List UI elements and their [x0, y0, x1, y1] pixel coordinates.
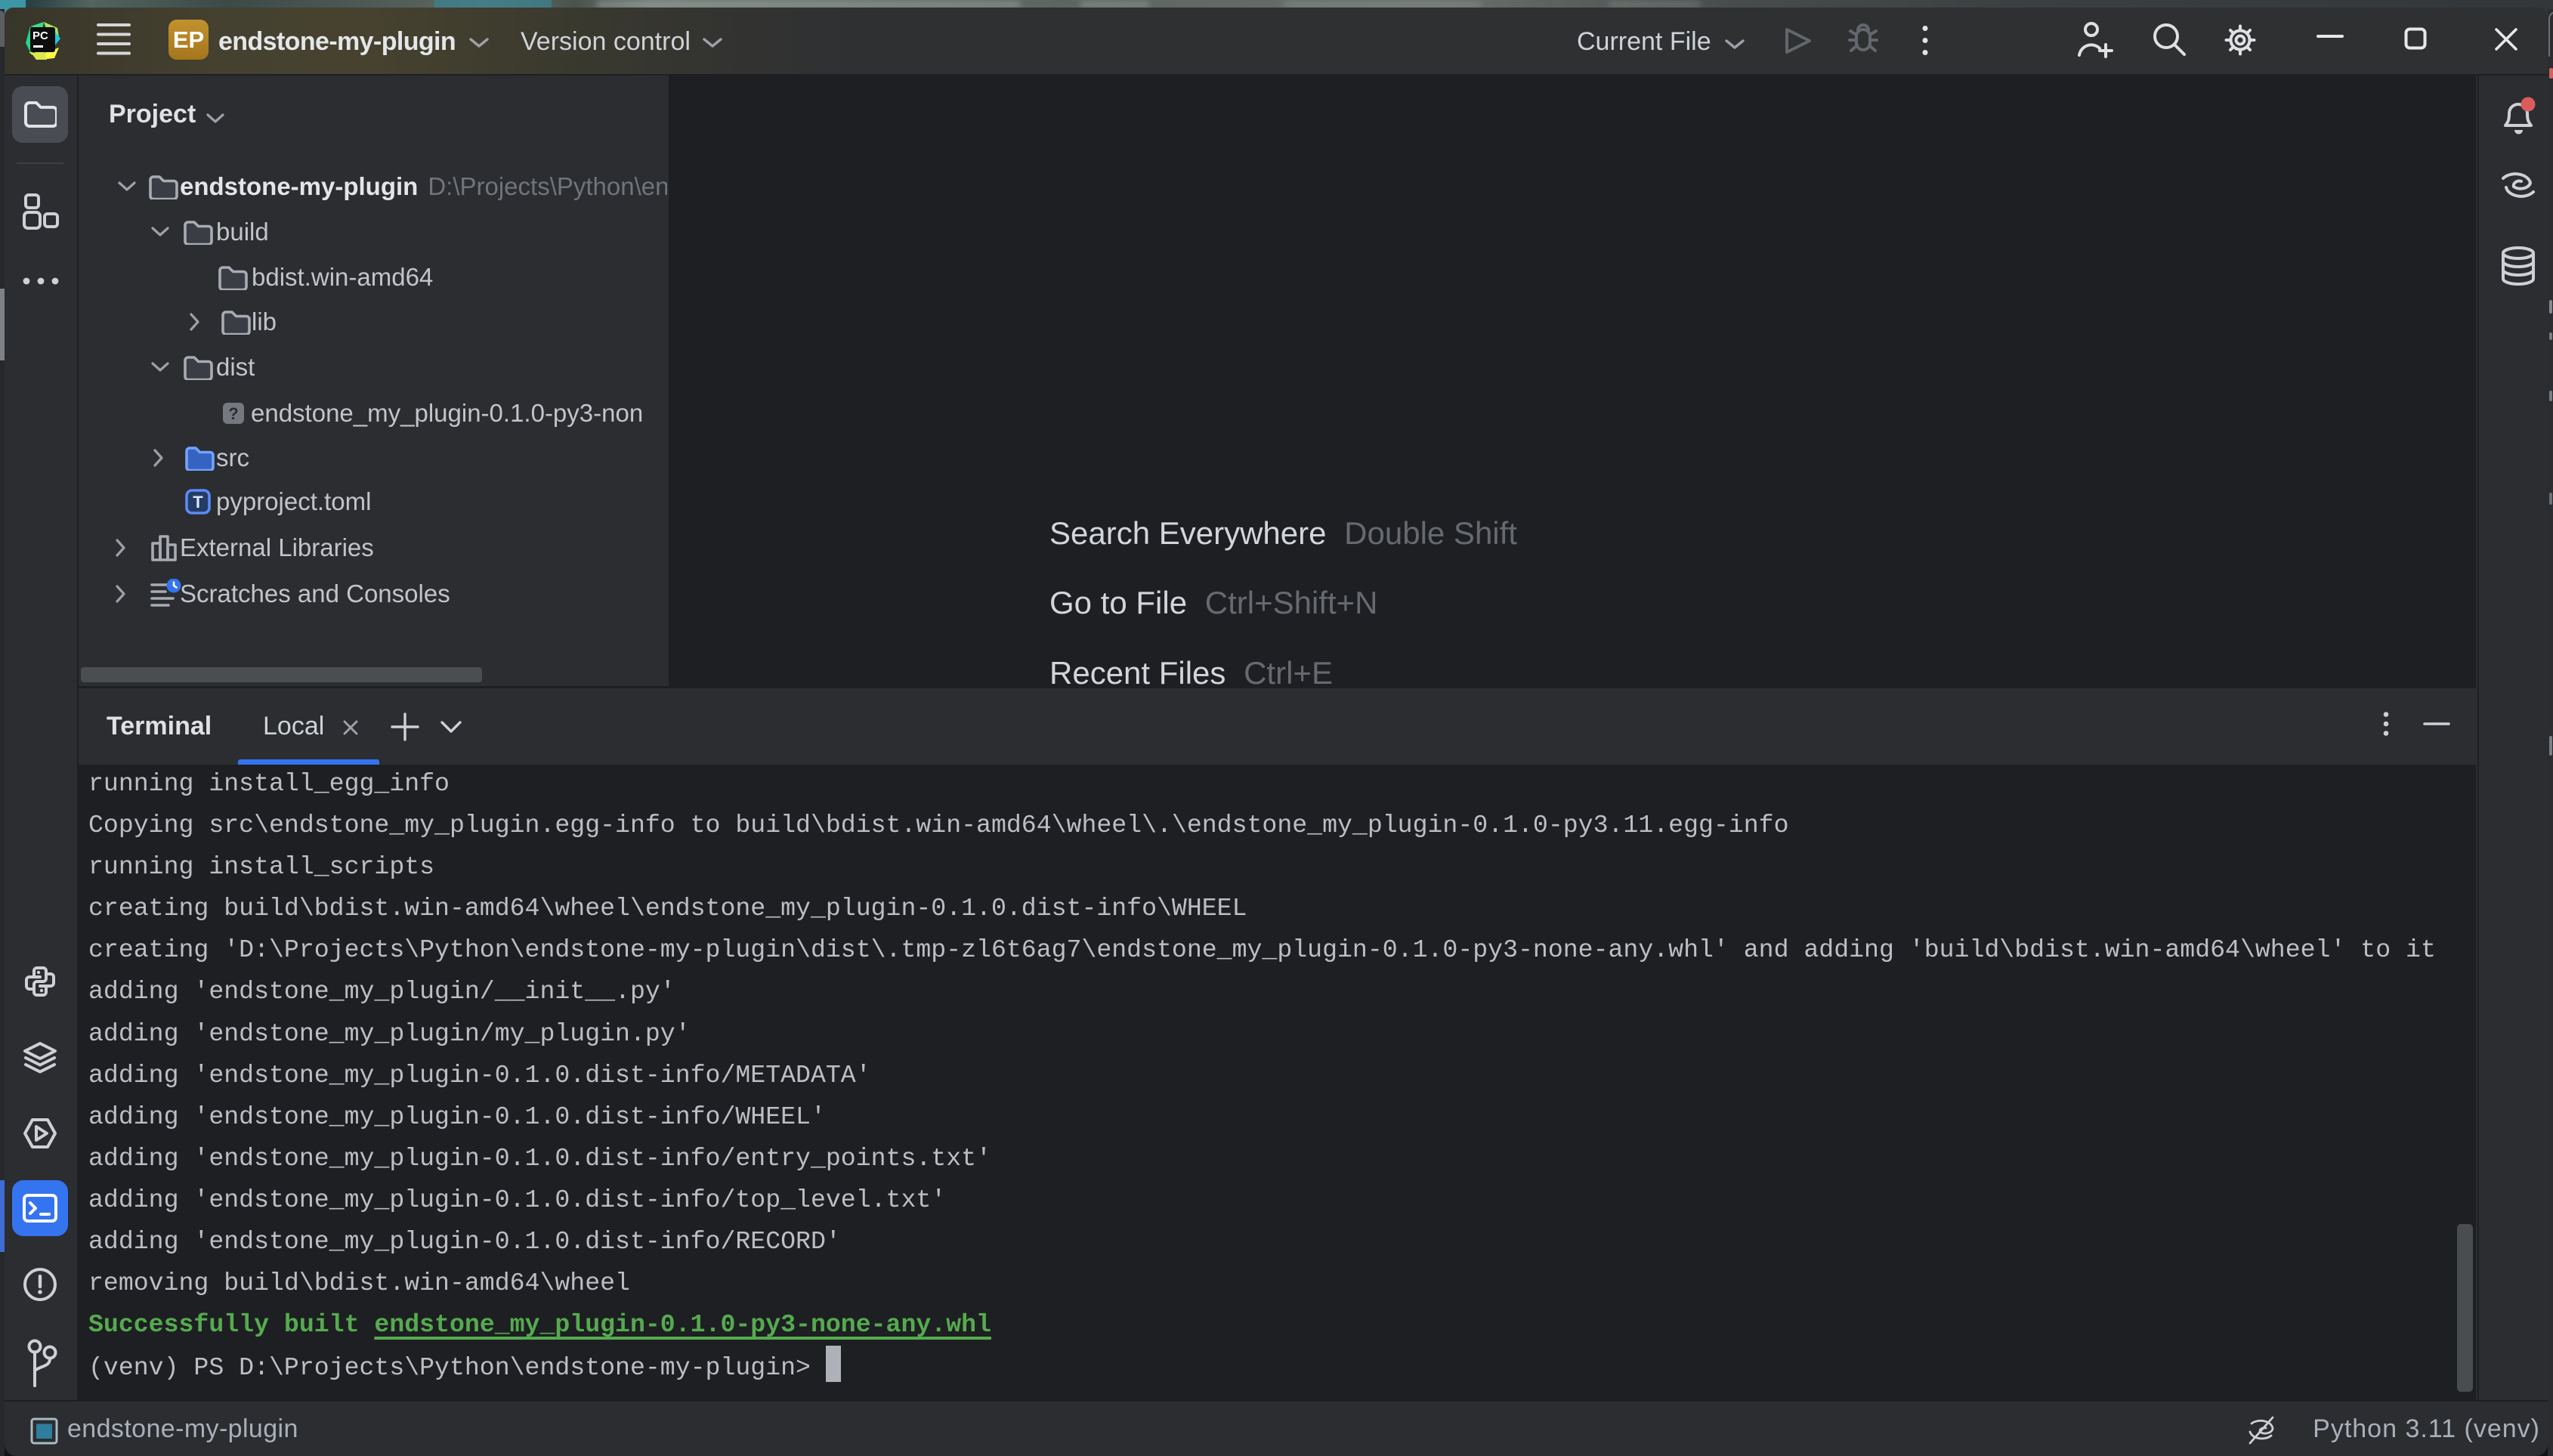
svg-text:T: T [193, 493, 203, 512]
svg-text:PC: PC [32, 29, 48, 42]
svg-text:?: ? [228, 404, 238, 423]
